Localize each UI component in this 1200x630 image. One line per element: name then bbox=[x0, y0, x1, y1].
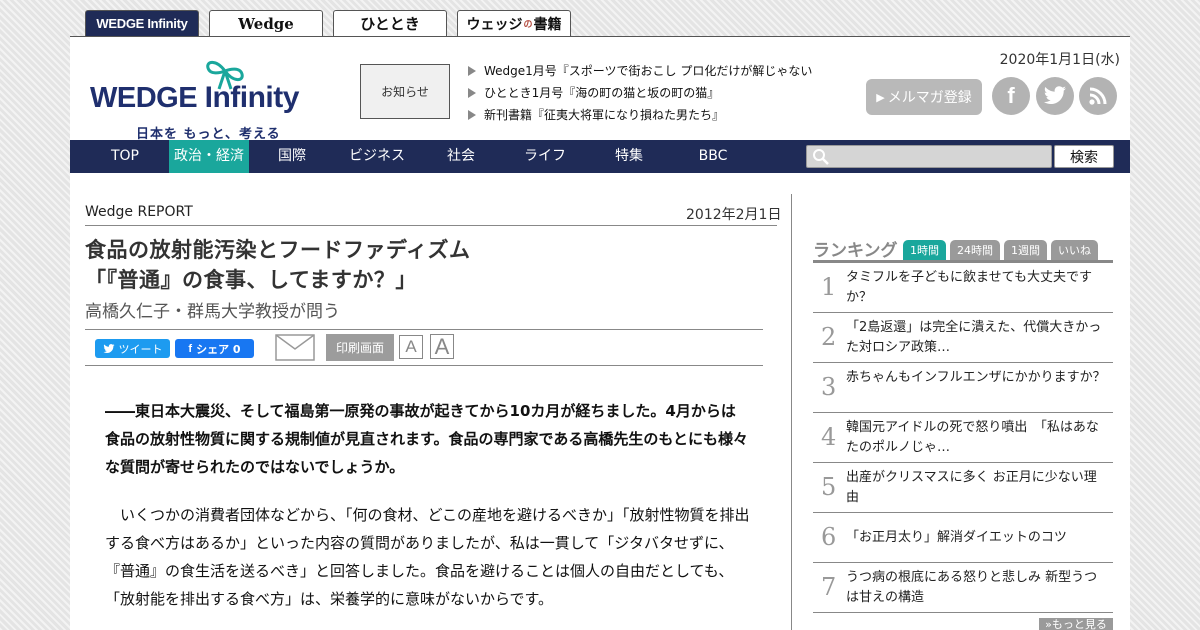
rank-headline: 赤ちゃんもインフルエンザにかかりますか？ bbox=[846, 370, 1106, 385]
site-tab-label-sub: の bbox=[523, 20, 533, 30]
ranking-item[interactable]: 5 出産がクリスマスに多く お正月に少ない理由 bbox=[813, 463, 1113, 513]
twitter-icon[interactable] bbox=[1036, 77, 1074, 115]
site-tab-wedge[interactable]: Wedge bbox=[209, 10, 323, 36]
article-category[interactable]: Wedge REPORT bbox=[85, 204, 193, 220]
ranking-tabs: 1時間 24時間 1週間 いいね bbox=[903, 240, 1098, 260]
facebook-share-label: シェア 0 bbox=[196, 342, 241, 356]
ranking-item[interactable]: 7 うつ病の根底にある怒りと悲しみ 新型うつは甘えの構造 bbox=[813, 563, 1113, 613]
tweet-label: ツイート bbox=[118, 342, 163, 356]
facebook-icon[interactable]: f bbox=[992, 77, 1030, 115]
site-tab-label: ひととき bbox=[360, 15, 420, 33]
site-tabs: WEDGE Infinity Wedge ひととき ウェッジの書籍 bbox=[85, 10, 571, 36]
main-nav: TOP 政治・経済 国際 ビジネス 社会 ライフ 特集 BBC 検索 bbox=[70, 140, 1130, 173]
share-bar: ツイート f シェア 0 印刷画面 A A bbox=[85, 329, 763, 366]
rank-headline: うつ病の根底にある怒りと悲しみ 新型うつは甘えの構造 bbox=[846, 570, 1098, 605]
ranking-item[interactable]: 1 タミフルを子どもに飲ませても大丈夫ですか？ bbox=[813, 263, 1113, 313]
ranking-more-link[interactable]: »もっと見る bbox=[1039, 618, 1113, 630]
facebook-share-button[interactable]: f シェア 0 bbox=[175, 339, 254, 358]
news-item[interactable]: Wedge1月号『スポーツで街おこし プロ化だけが解じゃない bbox=[468, 60, 812, 82]
play-triangle-icon: ▶ bbox=[876, 90, 885, 104]
divider bbox=[85, 225, 777, 226]
rank-headline: 出産がクリスマスに多く お正月に少ない理由 bbox=[846, 470, 1097, 505]
site-logo[interactable]: WEDGE Infinity 日本を もっと、考える bbox=[90, 55, 320, 142]
triangle-bullet-icon bbox=[468, 66, 476, 76]
ranking-item[interactable]: 4 韓国元アイドルの死で怒り噴出 「私はあなたのポルノじゃ… bbox=[813, 413, 1113, 463]
rss-icon[interactable] bbox=[1079, 77, 1117, 115]
news-item-text: 新刊書籍『征夷大将軍になり損ねた男たち』 bbox=[484, 108, 725, 122]
news-item[interactable]: ひととき1月号『海の町の猫と坂の町の猫』 bbox=[468, 82, 812, 104]
site-tab-hitotoki[interactable]: ひととき bbox=[333, 10, 447, 36]
search-button[interactable]: 検索 bbox=[1054, 145, 1114, 168]
ranking-tab-1h[interactable]: 1時間 bbox=[903, 240, 946, 260]
rank-number: 3 bbox=[821, 373, 837, 401]
news-item-text: Wedge1月号『スポーツで街おこし プロ化だけが解じゃない bbox=[484, 64, 813, 78]
article-lead: ――東日本大震災、そして福島第一原発の事故が起きてから10カ月が経ちました。4月… bbox=[105, 402, 749, 476]
rss-glyph bbox=[1089, 87, 1107, 105]
ranking-list: 1 タミフルを子どもに飲ませても大丈夫ですか？ 2 「2島返還」は完全に潰えた、… bbox=[813, 263, 1113, 613]
font-size-large-button[interactable]: A bbox=[430, 334, 454, 359]
news-item-text: ひととき1月号『海の町の猫と坂の町の猫』 bbox=[484, 86, 720, 100]
newsletter-signup-button[interactable]: ▶ メルマガ登録 bbox=[866, 79, 982, 115]
logo-word-infinity: Infinity bbox=[204, 81, 300, 114]
rank-number: 1 bbox=[821, 273, 837, 301]
rank-number: 6 bbox=[821, 523, 837, 551]
site-tab-label: WEDGE Infinity bbox=[96, 16, 188, 31]
twitter-bird-glyph bbox=[1044, 86, 1066, 104]
rank-number: 5 bbox=[821, 473, 837, 501]
nav-item-international[interactable]: 国際 bbox=[266, 140, 318, 173]
notice-label: お知らせ bbox=[381, 85, 429, 99]
news-item[interactable]: 新刊書籍『征夷大将軍になり損ねた男たち』 bbox=[468, 104, 812, 126]
tweet-button[interactable]: ツイート bbox=[95, 339, 170, 358]
article-date: 2012年2月1日 bbox=[686, 207, 782, 223]
search-input[interactable] bbox=[806, 145, 1052, 168]
ranking-tab-likes[interactable]: いいね bbox=[1051, 240, 1098, 260]
facebook-icon: f bbox=[188, 342, 193, 355]
ranking-item[interactable]: 3 赤ちゃんもインフルエンザにかかりますか？ bbox=[813, 363, 1113, 413]
site-tab-wedge-books[interactable]: ウェッジの書籍 bbox=[457, 10, 571, 36]
notice-box[interactable]: お知らせ bbox=[360, 64, 450, 119]
nav-item-life[interactable]: ライフ bbox=[510, 140, 580, 173]
site-tab-label: ウェッジ bbox=[466, 16, 523, 33]
rank-headline: タミフルを子どもに飲ませても大丈夫ですか？ bbox=[846, 270, 1092, 305]
twitter-icon bbox=[103, 343, 114, 353]
rank-number: 2 bbox=[821, 323, 837, 351]
ranking-tab-1w[interactable]: 1週間 bbox=[1004, 240, 1047, 260]
rank-headline: 「2島返還」は完全に潰えた、代償大きかった対ロシア政策… bbox=[846, 320, 1102, 355]
rank-number: 4 bbox=[821, 423, 837, 451]
news-list: Wedge1月号『スポーツで街おこし プロ化だけが解じゃない ひととき1月号『海… bbox=[468, 60, 812, 126]
article-body: いくつかの消費者団体などから、「何の食材、どこの産地を避けるべきか」「放射性物質… bbox=[105, 506, 750, 608]
nav-item-bbc[interactable]: BBC bbox=[686, 140, 740, 173]
column-divider bbox=[791, 194, 792, 630]
search-icon bbox=[813, 149, 829, 165]
article-title-line: 「『普通』の食事、してますか？」 bbox=[85, 268, 417, 292]
nav-item-business[interactable]: ビジネス bbox=[335, 140, 419, 173]
newsletter-label: メルマガ登録 bbox=[887, 90, 972, 106]
logo-word-wedge: WEDGE bbox=[90, 82, 205, 114]
article-title-line: 食品の放射能汚染とフードファディズム bbox=[85, 238, 471, 262]
nav-item-politics-economy[interactable]: 政治・経済 bbox=[169, 140, 249, 173]
print-button[interactable]: 印刷画面 bbox=[326, 334, 394, 361]
ranking-item[interactable]: 6 「お正月太り」解消ダイエットのコツ bbox=[813, 513, 1113, 563]
ranking-tab-24h[interactable]: 24時間 bbox=[950, 240, 1000, 260]
rank-headline: 「お正月太り」解消ダイエットのコツ bbox=[846, 530, 1067, 545]
header-date: 2020年1月1日(水) bbox=[999, 52, 1120, 68]
nav-item-society[interactable]: 社会 bbox=[435, 140, 487, 173]
rank-number: 7 bbox=[821, 573, 837, 601]
article-author: 高橋久仁子・群馬大学教授が問う bbox=[85, 302, 340, 322]
nav-item-top[interactable]: TOP bbox=[98, 140, 152, 173]
nav-item-feature[interactable]: 特集 bbox=[602, 140, 656, 173]
font-size-small-button[interactable]: A bbox=[399, 335, 423, 359]
article-title: 食品の放射能汚染とフードファディズム 「『普通』の食事、してますか？」 bbox=[85, 235, 471, 295]
mail-icon[interactable] bbox=[275, 334, 315, 361]
triangle-bullet-icon bbox=[468, 88, 476, 98]
page-frame: WEDGE Infinity 日本を もっと、考える お知らせ Wedge1月号… bbox=[70, 36, 1130, 630]
site-tab-wedge-infinity[interactable]: WEDGE Infinity bbox=[85, 10, 199, 36]
ranking-title: ランキング bbox=[813, 241, 898, 261]
site-tab-label-end: 書籍 bbox=[533, 16, 562, 33]
site-tab-label: Wedge bbox=[238, 14, 294, 33]
rank-headline: 韓国元アイドルの死で怒り噴出 「私はあなたのポルノじゃ… bbox=[846, 420, 1099, 455]
logo-wordmark: WEDGE Infinity bbox=[90, 81, 299, 115]
triangle-bullet-icon bbox=[468, 110, 476, 120]
ranking-item[interactable]: 2 「2島返還」は完全に潰えた、代償大きかった対ロシア政策… bbox=[813, 313, 1113, 363]
